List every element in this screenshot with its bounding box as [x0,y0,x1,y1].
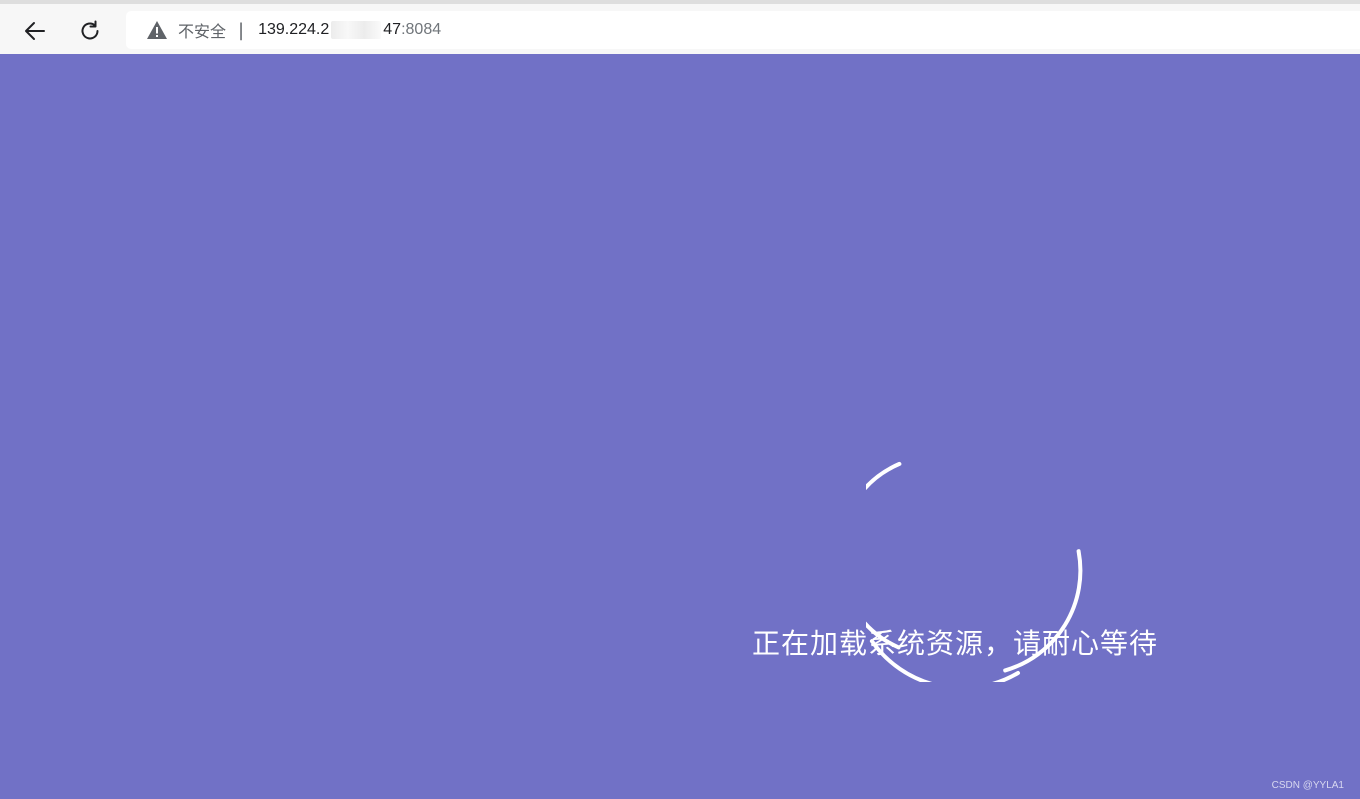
url-host: 139.224.2 [258,21,330,38]
redacted-url-segment [331,21,382,39]
reload-icon [81,20,99,40]
arrow-left-icon [25,22,45,40]
loading-message: 正在加载系统资源，请耐心等待 [752,627,1159,660]
watermark: CSDN @YYLA1 [1271,780,1344,791]
back-button[interactable] [17,13,53,49]
browser-toolbar: 不安全 | 139.224.2 47 :8084 [0,0,1360,54]
url-port: :8084 [401,21,442,38]
address-bar[interactable]: 不安全 | 139.224.2 47 :8084 [126,11,1360,49]
warning-triangle-icon[interactable] [146,20,168,40]
address-separator: | [238,19,245,41]
loading-page: 正在加载系统资源，请耐心等待 CSDN @YYLA1 [0,54,1360,799]
security-status-label[interactable]: 不安全 [178,18,226,42]
url-host-tail: 47 [383,21,402,38]
reload-button[interactable] [72,13,108,49]
